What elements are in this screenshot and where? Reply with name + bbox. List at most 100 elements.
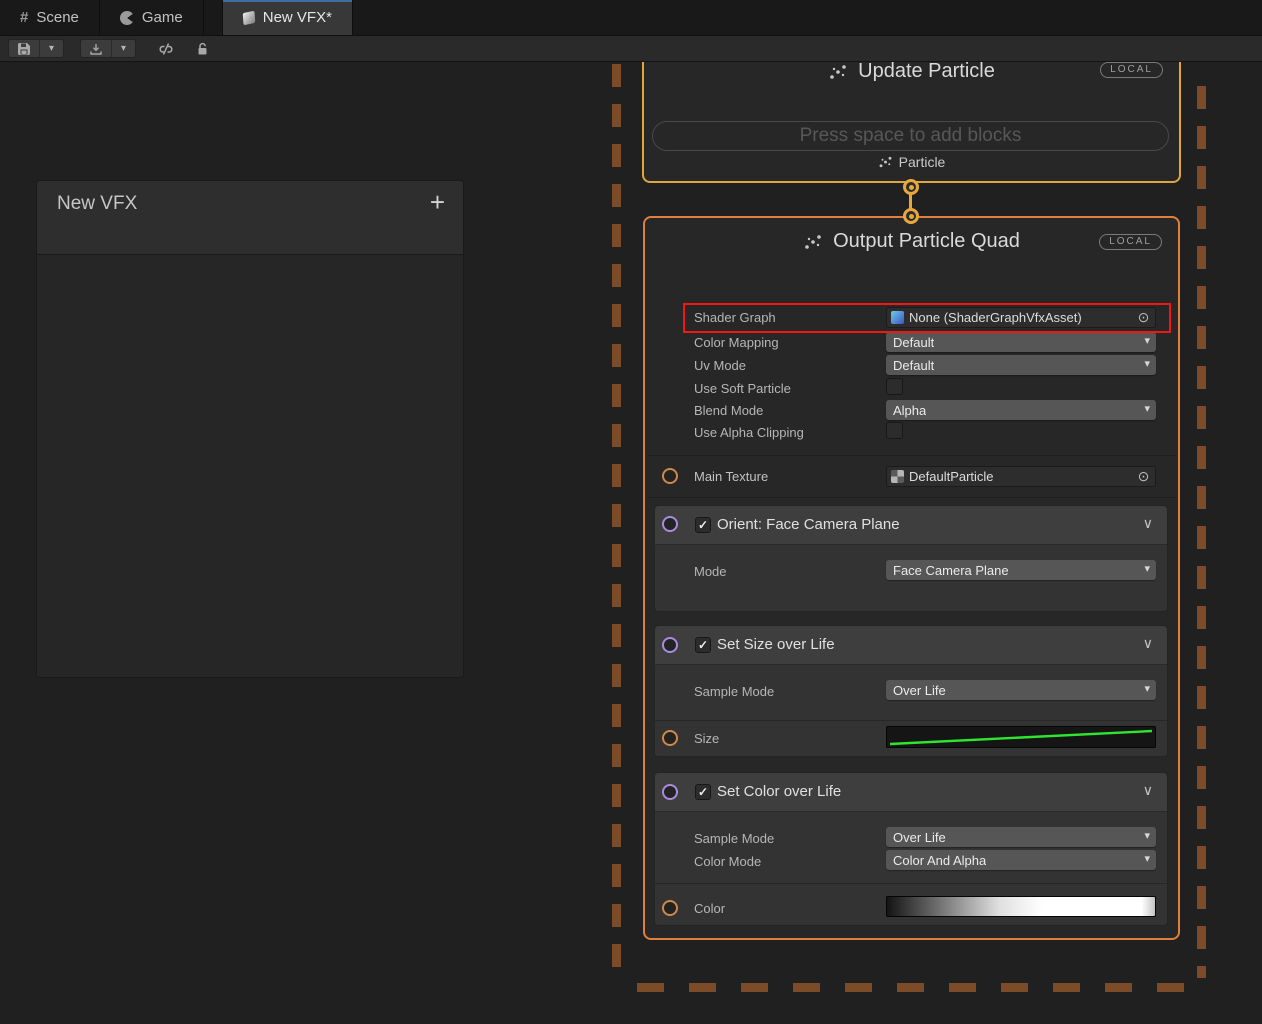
block-set-color-over-life[interactable]: ✓ Set Color over Life ∨ Sample Mode Over… (654, 772, 1168, 926)
color-mapping-dropdown[interactable]: Default ▾ (886, 332, 1156, 352)
block-title: Set Color over Life (717, 783, 841, 800)
save-options-dropdown[interactable]: ▾ (39, 40, 63, 57)
block-enabled-checkbox[interactable]: ✓ (695, 637, 711, 653)
check-icon: ✓ (698, 638, 708, 652)
chevron-down-icon: ▾ (1144, 830, 1150, 843)
vfx-asset-icon (242, 10, 255, 25)
node-title-row: Output Particle Quad (645, 230, 1178, 253)
object-picker-icon[interactable]: ⊙ (1135, 468, 1152, 485)
blackboard-header: New VFX + (37, 181, 463, 255)
particle-context-icon (803, 234, 823, 250)
texture-asset-icon (891, 470, 904, 483)
blackboard-title: New VFX (57, 193, 137, 215)
graph-toolbar: ▾ ▾ (0, 36, 1262, 62)
collapse-chevron-icon[interactable]: ∨ (1143, 635, 1153, 652)
node-title: Update Particle (858, 60, 995, 83)
output-particle-quad-node[interactable]: Output Particle Quad LOCAL Shader Graph … (643, 216, 1180, 940)
main-texture-object-field[interactable]: DefaultParticle ⊙ (886, 466, 1156, 487)
flow-anchor-input[interactable] (903, 208, 919, 224)
game-view-icon (120, 11, 134, 25)
system-boundary-dash-left (612, 64, 621, 978)
size-label: Size (694, 731, 719, 746)
size-input-port[interactable] (662, 730, 678, 746)
import-button-group: ▾ (80, 39, 136, 58)
node-title: Output Particle Quad (833, 230, 1020, 253)
divider (647, 455, 1176, 456)
use-alpha-clipping-checkbox[interactable] (886, 422, 903, 439)
color-mode-dropdown[interactable]: Color And Alpha ▾ (886, 850, 1156, 870)
save-button[interactable] (9, 40, 39, 57)
main-texture-label: Main Texture (694, 469, 768, 484)
tab-game[interactable]: Game (100, 0, 204, 35)
curve-preview (887, 727, 1155, 747)
tab-new-vfx[interactable]: New VFX* (222, 0, 353, 35)
block-enabled-checkbox[interactable]: ✓ (695, 784, 711, 800)
block-title: Set Size over Life (717, 636, 835, 653)
color-gradient-field[interactable] (886, 896, 1156, 917)
divider (655, 720, 1167, 721)
chevron-down-icon: ▾ (121, 44, 126, 54)
color-label: Color (694, 901, 725, 916)
blend-mode-label: Blend Mode (694, 403, 763, 418)
size-curve-field[interactable] (886, 726, 1156, 748)
divider (647, 497, 1176, 498)
mode-dropdown[interactable]: Face Camera Plane ▾ (886, 560, 1156, 580)
uv-mode-dropdown[interactable]: Default ▾ (886, 355, 1156, 375)
use-soft-particle-checkbox[interactable] (886, 378, 903, 395)
chevron-down-icon: ▾ (1144, 335, 1150, 348)
dropdown-value: Face Camera Plane (893, 563, 1009, 578)
blackboard-panel[interactable]: New VFX + (36, 180, 464, 678)
dropdown-value: Default (893, 335, 934, 350)
add-block-placeholder[interactable]: Press space to add blocks (652, 121, 1169, 151)
check-icon: ✓ (698, 518, 708, 532)
local-badge: LOCAL (1100, 62, 1163, 78)
save-icon (17, 42, 31, 56)
dropdown-value: Color And Alpha (893, 853, 986, 868)
block-header[interactable]: ✓ Orient: Face Camera Plane ∨ (655, 506, 1167, 545)
block-header[interactable]: ✓ Set Color over Life ∨ (655, 773, 1167, 812)
unlink-button[interactable] (152, 39, 180, 58)
sample-mode-dropdown[interactable]: Over Life ▾ (886, 827, 1156, 847)
node-title-row: Update Particle (644, 60, 1179, 83)
unlink-icon (157, 42, 175, 56)
color-input-port[interactable] (662, 900, 678, 916)
block-enabled-checkbox[interactable]: ✓ (695, 517, 711, 533)
dropdown-value: Over Life (893, 683, 946, 698)
add-property-button[interactable]: + (430, 187, 445, 218)
tab-scene[interactable]: # Scene (0, 0, 100, 35)
import-button[interactable] (81, 40, 111, 57)
block-title: Orient: Face Camera Plane (717, 516, 900, 533)
block-header[interactable]: ✓ Set Size over Life ∨ (655, 626, 1167, 665)
set-size-block-port[interactable] (662, 637, 678, 653)
divider (655, 883, 1167, 884)
dropdown-value: Default (893, 358, 934, 373)
lock-button[interactable] (188, 39, 216, 58)
flow-anchor-output[interactable] (903, 179, 919, 195)
block-orient-face-camera-plane[interactable]: ✓ Orient: Face Camera Plane ∨ Mode Face … (654, 505, 1168, 612)
blend-mode-dropdown[interactable]: Alpha ▾ (886, 400, 1156, 420)
import-options-dropdown[interactable]: ▾ (111, 40, 135, 57)
sample-mode-dropdown[interactable]: Over Life ▾ (886, 680, 1156, 700)
dropdown-value: Alpha (893, 403, 926, 418)
block-set-size-over-life[interactable]: ✓ Set Size over Life ∨ Sample Mode Over … (654, 625, 1168, 757)
sample-mode-label: Sample Mode (694, 684, 774, 699)
import-icon (89, 42, 103, 56)
particle-icon (878, 156, 893, 168)
tab-scene-label: Scene (36, 9, 79, 26)
chevron-down-icon: ▾ (1144, 403, 1150, 416)
local-badge: LOCAL (1099, 234, 1162, 250)
main-texture-port[interactable] (662, 468, 678, 484)
collapse-chevron-icon[interactable]: ∨ (1143, 782, 1153, 799)
open-lock-icon (196, 42, 209, 56)
system-boundary-dash-right (1197, 86, 1206, 978)
scene-grid-icon: # (20, 9, 28, 26)
save-button-group: ▾ (8, 39, 64, 58)
particle-port-text: Particle (899, 154, 946, 170)
chevron-down-icon: ▾ (1144, 683, 1150, 696)
set-color-block-port[interactable] (662, 784, 678, 800)
orient-block-port[interactable] (662, 516, 678, 532)
collapse-chevron-icon[interactable]: ∨ (1143, 515, 1153, 532)
use-soft-particle-label: Use Soft Particle (694, 381, 791, 396)
check-icon: ✓ (698, 785, 708, 799)
chevron-down-icon: ▾ (1144, 358, 1150, 371)
